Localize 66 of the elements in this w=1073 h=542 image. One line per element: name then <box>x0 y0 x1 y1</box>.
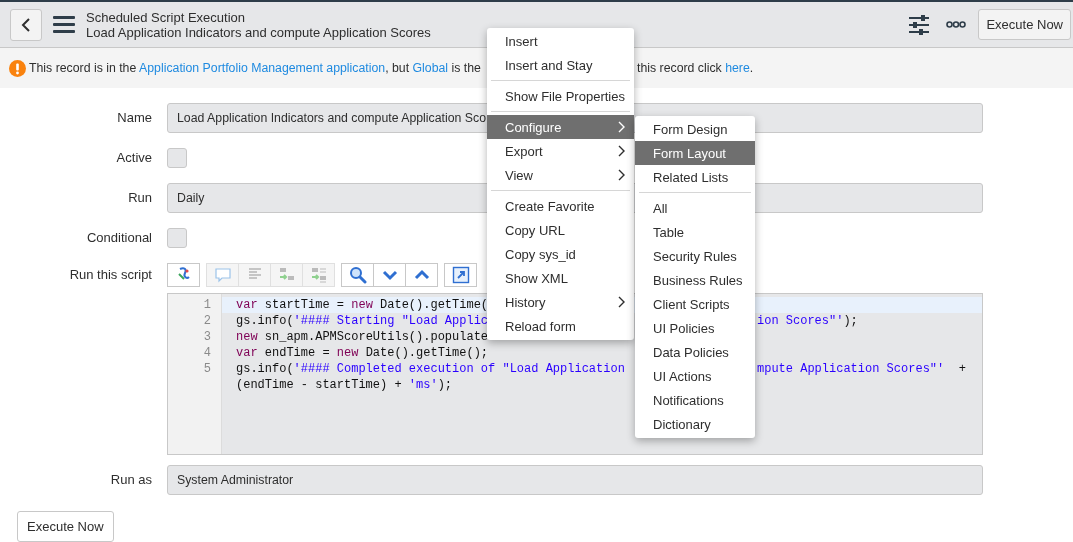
code-line: (endTime - startTime) + 'ms'); <box>236 377 453 393</box>
menu-item[interactable]: Configure <box>487 115 634 139</box>
menu-item[interactable]: Table <box>635 220 755 244</box>
field-label: Run as <box>109 471 152 489</box>
expand-icon[interactable] <box>451 266 470 284</box>
field-label: Run <box>127 189 152 207</box>
execute-button[interactable]: Execute Now <box>17 511 114 542</box>
line-number: 4 <box>202 345 212 361</box>
menu-item[interactable]: Form Design <box>635 117 755 141</box>
code-line: ion Scores"'); <box>757 313 858 329</box>
toolbar-button[interactable] <box>341 263 374 287</box>
menu-item[interactable]: Business Rules <box>635 268 755 292</box>
record-title: Load Application Indicators and compute Application Scores <box>86 24 432 40</box>
checkbox[interactable] <box>167 228 187 248</box>
menu-item[interactable]: Form Layout <box>635 141 755 165</box>
settings-icon[interactable] <box>909 14 930 35</box>
toolbar-button[interactable] <box>373 263 406 287</box>
warning-icon <box>9 59 26 77</box>
menu-item[interactable]: All <box>635 196 755 220</box>
menu-item[interactable]: Data Policies <box>635 340 755 364</box>
code-line: gs.info('#### Completed execution of "Load Application <box>236 361 625 377</box>
line-number: 2 <box>202 313 212 329</box>
code-line: gs.info('#### Starting "Load Applic <box>236 313 489 329</box>
field-label: Name <box>116 109 152 127</box>
menu-item[interactable]: Reload form <box>487 314 634 338</box>
back-icon[interactable] <box>20 16 32 33</box>
back-button[interactable] <box>10 8 42 41</box>
menu-item[interactable]: Create Favorite <box>487 194 634 218</box>
banner-message: this record click here. <box>637 61 754 75</box>
field-label: Conditional <box>85 229 152 247</box>
form-title: Scheduled Script Execution <box>86 9 246 25</box>
field-label: Run this script <box>68 266 152 284</box>
menu-item[interactable]: Dictionary <box>635 412 755 436</box>
menu-item[interactable]: Copy sys_id <box>487 242 634 266</box>
menu-item[interactable]: UI Actions <box>635 364 755 388</box>
more-icon[interactable] <box>946 21 967 28</box>
text-field[interactable]: System Administrator <box>167 465 983 495</box>
field-label: Active <box>115 149 152 167</box>
menu-item[interactable]: Show XML <box>487 266 634 290</box>
menu-item[interactable]: View <box>487 163 634 187</box>
code-line: mpute Application Scores"' + <box>757 361 966 377</box>
line-number: 3 <box>202 329 212 345</box>
menu-item[interactable]: Insert <box>487 29 634 53</box>
menu-item[interactable]: Export <box>487 139 634 163</box>
line-number: 1 <box>202 297 212 313</box>
menu-item[interactable]: Security Rules <box>635 244 755 268</box>
toolbar-button[interactable] <box>405 263 438 287</box>
menu-icon[interactable] <box>53 16 75 33</box>
code-line: var endTime = new Date().getTime(); <box>236 345 489 361</box>
menu-item[interactable]: UI Policies <box>635 316 755 340</box>
line-number: 5 <box>202 361 212 377</box>
menu-item[interactable]: Client Scripts <box>635 292 755 316</box>
menu-item[interactable]: Insert and Stay <box>487 53 634 77</box>
banner-message: This record is in the Application Portfolio Management application, but Global is the <box>29 61 481 75</box>
search-icon[interactable] <box>348 266 367 284</box>
menu-item[interactable]: Copy URL <box>487 218 634 242</box>
menu-item[interactable]: Related Lists <box>635 165 755 189</box>
menu-item[interactable]: Notifications <box>635 388 755 412</box>
menu-item[interactable]: Show File Properties <box>487 84 634 108</box>
checkbox[interactable] <box>167 148 187 168</box>
menu-item[interactable]: History <box>487 290 634 314</box>
code-line: new sn_apm.APMScoreUtils().populate <box>236 329 489 345</box>
toolbar-button[interactable] <box>444 263 477 287</box>
execute-button[interactable]: Execute Now <box>978 9 1071 40</box>
code-line: var startTime = new Date().getTime( <box>236 297 489 313</box>
toolbar-button[interactable] <box>167 263 200 287</box>
